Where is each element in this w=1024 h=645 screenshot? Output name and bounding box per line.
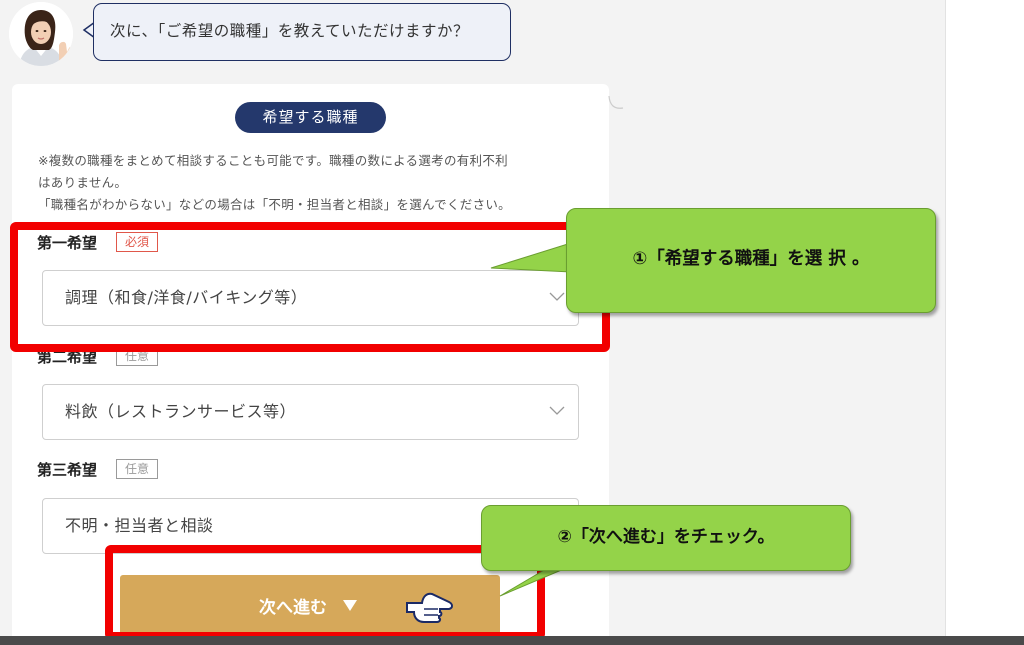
question-bubble: 次に、「ご希望の職種」を教えていただけますか？ <box>93 3 511 61</box>
bottom-bar <box>0 636 1024 645</box>
callout-step-2-text: ②「次へ進む」をチェック。 <box>557 527 775 547</box>
note-line-2: はありません。 <box>38 175 128 190</box>
note-line-3: 「職種名がわからない」などの場合は「不明・担当者と相談」を選んでください。 <box>38 197 511 212</box>
callout-step-1-text: ①「希望する職種」を選 択 。 <box>632 249 870 269</box>
callout-step-2: ②「次へ進む」をチェック。 <box>481 505 851 571</box>
highlight-next-button <box>105 545 545 640</box>
third-choice-value: 不明・担当者と相談 <box>65 516 214 535</box>
second-choice-select[interactable]: 料飲（レストランサービス等） <box>42 384 579 440</box>
note-line-1: ※複数の職種をまとめて相談することも可能です。職種の数による選考の有利不利 <box>38 153 508 168</box>
second-choice-value: 料飲（レストランサービス等） <box>65 402 297 421</box>
card-corner-decoration <box>608 96 624 109</box>
callout-step-1: ①「希望する職種」を選 択 。 <box>566 208 936 313</box>
question-text: 次に、「ご希望の職種」を教えていただけますか？ <box>110 22 470 40</box>
section-title: 希望する職種 <box>235 102 386 133</box>
side-pane <box>945 0 1024 645</box>
callout-pointer-1 <box>490 242 572 273</box>
assistant-avatar <box>9 2 73 66</box>
third-choice-label: 第三希望 <box>37 461 98 479</box>
chevron-down-icon <box>549 406 565 415</box>
optional-badge: 任意 <box>116 459 159 479</box>
